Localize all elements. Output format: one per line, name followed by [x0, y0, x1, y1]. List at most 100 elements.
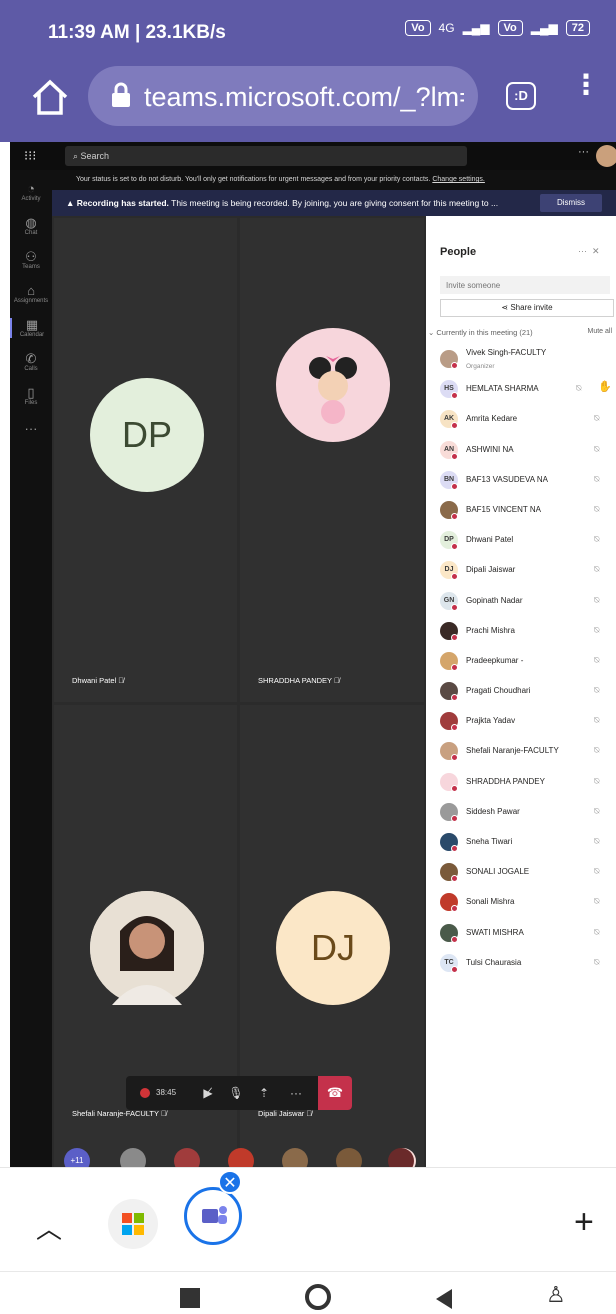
- participant-list: Vivek Singh-FACULTY Organizer HS HEMLATA SH…: [426, 346, 616, 980]
- url-text: teams.microsoft.com/_?lm=: [144, 82, 464, 112]
- dnd-status-icon: [451, 633, 458, 641]
- video-tile[interactable]: DP Dhwani Patel 🎙̸: [54, 218, 237, 702]
- participant-row[interactable]: TC Tulsi Chaurasia ⍉: [426, 950, 616, 980]
- accessibility-icon[interactable]: ♙: [546, 1282, 566, 1308]
- participant-row[interactable]: SONALI JOGALE ⍉: [426, 859, 616, 889]
- windows-app-tab[interactable]: [108, 1199, 158, 1249]
- rail-assignments[interactable]: ⌂ Assignments: [10, 283, 52, 305]
- strip-avatar[interactable]: [120, 1148, 146, 1167]
- participant-initials: GN: [443, 596, 455, 604]
- new-tab-icon[interactable]: +: [574, 1205, 594, 1239]
- profile-avatar[interactable]: [596, 145, 616, 167]
- participant-initials: DP: [444, 536, 454, 544]
- rail-more[interactable]: ···: [10, 422, 52, 436]
- participant-name: Pradeepkumar -: [466, 655, 524, 665]
- participant-row[interactable]: GN Gopinath Nadar ⍉: [426, 588, 616, 618]
- share-screen-icon[interactable]: ⇡: [250, 1076, 278, 1110]
- strip-avatar[interactable]: [336, 1148, 362, 1167]
- address-bar[interactable]: teams.microsoft.com/_?lm=: [88, 66, 478, 126]
- close-icon[interactable]: ✕: [592, 246, 600, 256]
- rail-calendar[interactable]: ▦ Calendar: [10, 318, 52, 338]
- browser-menu-icon[interactable]: ⋮: [572, 71, 600, 114]
- strip-avatar[interactable]: [228, 1148, 254, 1167]
- home-button[interactable]: [30, 78, 70, 116]
- participant-row[interactable]: Vivek Singh-FACULTY Organizer: [426, 346, 616, 376]
- participant-row[interactable]: SHRADDHA PANDEY ⍉: [426, 769, 616, 799]
- hang-up-button[interactable]: ☎: [318, 1076, 352, 1110]
- mic-icon[interactable]: 🎙: [224, 1076, 248, 1110]
- strip-avatar[interactable]: [282, 1148, 308, 1167]
- participant-row[interactable]: Sonali Mishra ⍉: [426, 889, 616, 919]
- rail-calls[interactable]: ✆ Calls: [10, 351, 52, 373]
- more-options-icon[interactable]: ···: [578, 246, 587, 256]
- mic-off-icon: ⍉: [594, 624, 600, 635]
- close-tab-icon[interactable]: ✕: [218, 1170, 242, 1194]
- participant-row[interactable]: BAF15 VINCENT NA ⍉: [426, 497, 616, 527]
- participant-avatar: DJ: [276, 891, 390, 1005]
- participant-row[interactable]: BN BAF13 VASUDEVA NA ⍉: [426, 467, 616, 497]
- participant-name: Vivek Singh-FACULTY: [466, 348, 547, 357]
- strip-avatar[interactable]: [388, 1148, 414, 1167]
- participant-row[interactable]: Shefali Naranje-FACULTY ⍉: [426, 738, 616, 768]
- mic-off-icon: ⍉: [594, 745, 600, 756]
- participant-row[interactable]: HS HEMLATA SHARMA ⍉ ✋: [426, 376, 616, 406]
- warning-icon: ▲: [66, 198, 75, 208]
- dismiss-button[interactable]: Dismiss: [540, 194, 602, 212]
- rail-files[interactable]: ▯ Files: [10, 386, 52, 407]
- video-tile[interactable]: SHRADDHA PANDEY 🎙̸: [240, 218, 424, 702]
- rail-activity[interactable]: ◔ Activity: [10, 181, 52, 203]
- status-banner: Your status is set to do not disturb. Yo…: [52, 170, 616, 190]
- participant-row[interactable]: Pragati Choudhari ⍉: [426, 678, 616, 708]
- participant-role: Organizer: [466, 363, 495, 370]
- app-launcher-icon[interactable]: ⁝⁝⁝: [24, 148, 36, 164]
- home-nav-icon[interactable]: [305, 1284, 331, 1310]
- participant-name: Prachi Mishra: [466, 625, 515, 635]
- participant-row[interactable]: AK Amrita Kedare ⍉: [426, 406, 616, 436]
- participant-row[interactable]: Sneha Tiwari ⍉: [426, 829, 616, 859]
- participant-avatar: [440, 712, 458, 732]
- participant-row[interactable]: Prajkta Yadav ⍉: [426, 708, 616, 738]
- participant-avatar: BN: [440, 470, 458, 490]
- rail-teams[interactable]: ⚇ Teams: [10, 250, 52, 271]
- invite-someone-input[interactable]: [440, 276, 610, 294]
- change-settings-link[interactable]: Change settings.: [432, 176, 485, 183]
- teams-app: ⁝⁝⁝ ⌕ Search ··· ◔ Activity ◍ Chat ⚇ Teams …: [10, 142, 616, 1167]
- participant-row[interactable]: Prachi Mishra ⍉: [426, 618, 616, 648]
- participant-avatar: [440, 802, 458, 822]
- camera-off-icon[interactable]: ▶̸: [194, 1076, 222, 1110]
- windows-logo-icon: [122, 1213, 144, 1235]
- teams-logo-icon: [202, 1206, 227, 1224]
- browser-chrome: 11:39 AM | 23.1KB/s Vo 4G ▂▄▆ Vo ▂▄▆ 72 …: [0, 0, 616, 142]
- recording-indicator: [140, 1088, 150, 1098]
- participant-row[interactable]: Pradeepkumar - ⍉: [426, 648, 616, 678]
- meeting-section-header[interactable]: ⌄ Currently in this meeting (21) Mute all: [428, 328, 614, 337]
- dnd-status-icon: [451, 814, 458, 822]
- rail-chat[interactable]: ◍ Chat: [10, 216, 52, 237]
- strip-avatar[interactable]: [174, 1148, 200, 1167]
- more-actions-icon[interactable]: ···: [282, 1076, 310, 1110]
- participant-name: Pragati Choudhari: [466, 686, 531, 696]
- mic-off-icon: ⍉: [594, 503, 600, 514]
- recents-icon[interactable]: [180, 1288, 200, 1308]
- assignments-icon: ⌂: [27, 283, 35, 298]
- participant-name: Prajkta Yadav: [466, 716, 516, 726]
- participant-row[interactable]: DJ Dipali Jaiswar ⍉: [426, 557, 616, 587]
- participant-row[interactable]: SWATI MISHRA ⍉: [426, 920, 616, 950]
- back-icon[interactable]: [434, 1288, 454, 1310]
- participant-name: BAF13 VASUDEVA NA: [466, 474, 548, 484]
- participant-row[interactable]: AN ASHWINI NA ⍉: [426, 437, 616, 467]
- phone-icon: ✆: [25, 351, 37, 366]
- android-nav-bar: ♙: [0, 1271, 616, 1314]
- participant-row[interactable]: DP Dhwani Patel ⍉: [426, 527, 616, 557]
- overflow-count[interactable]: +11: [64, 1148, 90, 1167]
- bell-icon: ◔: [27, 181, 35, 196]
- chevron-up-icon[interactable]: ︿: [36, 1209, 62, 1246]
- teams-app-tab[interactable]: [184, 1187, 242, 1245]
- participant-row[interactable]: Siddesh Pawar ⍉: [426, 799, 616, 829]
- more-options-icon[interactable]: ···: [578, 146, 589, 158]
- mute-all-button[interactable]: Mute all: [587, 328, 612, 335]
- tab-switcher-button[interactable]: :D: [506, 82, 536, 110]
- participant-name: Sonali Mishra: [466, 897, 515, 907]
- share-invite-button[interactable]: ⋖ Share invite: [440, 299, 614, 317]
- search-input[interactable]: ⌕ Search: [65, 146, 467, 166]
